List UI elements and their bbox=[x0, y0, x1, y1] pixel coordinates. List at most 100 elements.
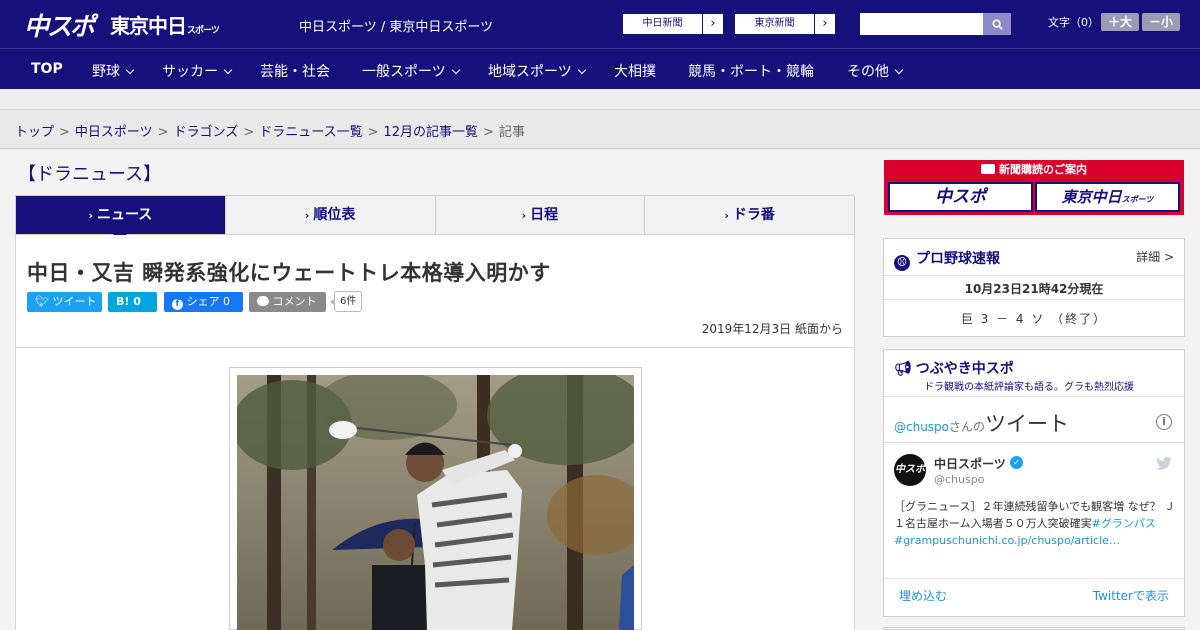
megaphone-icon: 📢︎ bbox=[894, 361, 912, 377]
divider bbox=[884, 299, 1184, 300]
breadcrumb-link[interactable]: 12月の記事一覧 bbox=[384, 125, 479, 140]
nav-item-entertainment[interactable]: 芸能・社会 bbox=[260, 61, 330, 81]
hashtag-link[interactable]: #グランパス bbox=[1092, 517, 1156, 530]
game-score[interactable]: 巨 3 － 4 ソ （終了） bbox=[884, 310, 1184, 327]
speech-bubble-icon bbox=[257, 296, 269, 306]
chevron-right-icon: › bbox=[724, 209, 729, 222]
font-larger-button[interactable]: ＋大 bbox=[1101, 13, 1139, 31]
tab-label: 日程 bbox=[530, 207, 559, 223]
tokyo-shimbun-button[interactable]: 東京新聞 › bbox=[734, 13, 836, 35]
breadcrumb-link[interactable]: ドラゴンズ bbox=[174, 125, 239, 140]
timeline-handle[interactable]: @chuspo bbox=[894, 420, 949, 434]
comment-count[interactable]: 6件 bbox=[329, 291, 363, 312]
nav-item-regional-sports[interactable]: 地域スポーツ bbox=[488, 61, 586, 81]
facebook-share-button[interactable]: f シェア 0 bbox=[164, 292, 243, 312]
nav-label: 大相撲 bbox=[614, 64, 656, 80]
nav-label: TOP bbox=[31, 61, 63, 77]
breadcrumb-link[interactable]: 中日スポーツ bbox=[75, 125, 153, 140]
nav-item-racing[interactable]: 競馬・ボート・競輪 bbox=[688, 61, 814, 81]
timeline-header: @chuspoさんのツイート bbox=[894, 408, 1069, 438]
subscribe-chuspo-button[interactable]: 中スポ bbox=[888, 182, 1033, 212]
tweets-title: 📢︎ つぶやき中スポ bbox=[894, 358, 1014, 378]
chevron-right-icon: › bbox=[88, 209, 93, 222]
section-title: 【ドラニュース】 bbox=[18, 164, 162, 185]
nav-label: その他 bbox=[847, 64, 889, 80]
breadcrumb-link[interactable]: ドラニュース一覧 bbox=[259, 125, 362, 140]
search-icon bbox=[991, 18, 1003, 30]
article-photo[interactable] bbox=[237, 375, 634, 630]
subscribe-tokyo-small: スポーツ bbox=[1121, 195, 1154, 204]
chevron-down-icon bbox=[894, 65, 904, 75]
nav-item-other[interactable]: その他 bbox=[847, 61, 904, 81]
info-icon[interactable]: i bbox=[1156, 414, 1172, 430]
newspaper-icon bbox=[981, 164, 995, 174]
chevron-down-icon bbox=[223, 65, 233, 75]
nav-item-soccer[interactable]: サッカー bbox=[162, 61, 233, 81]
account-name[interactable]: 中日スポーツ bbox=[934, 455, 1006, 472]
breadcrumb-separator: > bbox=[367, 125, 379, 140]
twitter-icon: 🐦︎ bbox=[35, 295, 49, 308]
chevron-right-icon: › bbox=[304, 209, 310, 222]
subscription-banner[interactable]: 新聞購読のご案内 中スポ 東京中日スポーツ bbox=[884, 160, 1184, 215]
avatar[interactable]: 中スポ bbox=[894, 454, 926, 486]
site-name[interactable]: 中日スポーツ / 東京中日スポーツ bbox=[299, 16, 493, 35]
tweet-button[interactable]: 🐦︎ ツイート bbox=[27, 292, 102, 312]
tweet-text: ［グラニュース］２年連続残留争いでも観客増 なぜ？ Ｊ１名古屋ホーム入場者５０万… bbox=[894, 498, 1176, 549]
font-smaller-button[interactable]: －小 bbox=[1142, 13, 1180, 31]
breadcrumb-separator: > bbox=[243, 125, 255, 140]
nav-item-general-sports[interactable]: 一般スポーツ bbox=[362, 61, 460, 81]
tab-dragons-reporter[interactable]: › ドラ番 bbox=[644, 196, 854, 234]
ad-strip bbox=[0, 89, 1200, 110]
subscription-header: 新聞購読のご案内 bbox=[884, 160, 1184, 180]
hatena-label: B! 0 bbox=[116, 295, 141, 308]
breadcrumb-separator: > bbox=[157, 125, 169, 140]
hatena-bookmark-button[interactable]: B! 0 bbox=[108, 292, 157, 312]
dragons-tabs: › ニュース › 順位表 › 日程 › ドラ番 bbox=[15, 195, 855, 241]
golfer-photo-image bbox=[237, 375, 634, 630]
subscription-header-text: 新聞購読のご案内 bbox=[999, 163, 1087, 176]
article-headline: 中日・又吉 瞬発系強化にウェートトレ本格導入明かす bbox=[27, 261, 551, 285]
chevron-down-icon bbox=[577, 65, 586, 75]
embed-link[interactable]: 埋め込む bbox=[899, 587, 947, 604]
twitter-bird-icon[interactable] bbox=[1156, 455, 1172, 474]
tokyo-chunichi-logo[interactable]: 東京中日スポーツ bbox=[110, 10, 220, 39]
top-header: 中スポ 東京中日スポーツ 中日スポーツ / 東京中日スポーツ 中日新聞 › 東京… bbox=[0, 0, 1200, 48]
nav-label: 芸能・社会 bbox=[260, 64, 330, 80]
facebook-label: シェア 0 bbox=[186, 295, 231, 308]
search-button[interactable] bbox=[983, 13, 1011, 35]
chevron-down-icon bbox=[451, 65, 460, 75]
comment-button[interactable]: コメント bbox=[249, 292, 326, 312]
breadcrumb-separator: > bbox=[59, 125, 70, 140]
nav-item-sumo[interactable]: 大相撲 bbox=[614, 61, 656, 81]
breadcrumb-current: 記事 bbox=[498, 125, 525, 140]
tokyo-shimbun-label: 東京新聞 bbox=[735, 14, 815, 34]
nav-item-top[interactable]: TOP bbox=[31, 61, 63, 77]
scores-details-link[interactable]: 詳細 > bbox=[1136, 248, 1174, 265]
nav-item-baseball[interactable]: 野球 bbox=[92, 61, 135, 81]
scores-title: ⚾︎ プロ野球速報 bbox=[894, 248, 1000, 271]
article-date: 2019年12月3日 紙面から bbox=[701, 322, 843, 336]
tab-label: ドラ番 bbox=[732, 207, 775, 223]
chunichi-shimbun-button[interactable]: 中日新聞 › bbox=[622, 13, 724, 35]
scores-title-text: プロ野球速報 bbox=[916, 251, 1000, 267]
timeline-header-title: ツイート bbox=[985, 412, 1070, 436]
baseball-icon: ⚾︎ bbox=[894, 255, 910, 271]
search-input[interactable] bbox=[860, 13, 983, 35]
chevron-right-icon: › bbox=[710, 16, 716, 31]
account-handle[interactable]: @chuspo bbox=[934, 473, 984, 486]
facebook-icon: f bbox=[172, 299, 183, 310]
subscribe-tokyo-button[interactable]: 東京中日スポーツ bbox=[1035, 182, 1180, 212]
nav-label: 一般スポーツ bbox=[362, 64, 446, 80]
tweet-link[interactable]: #grampuschunichi.co.jp/chuspo/article… bbox=[894, 534, 1120, 547]
baseball-scores-widget: ⚾︎ プロ野球速報 詳細 > 10月23日21時42分現在 巨 3 － 4 ソ （… bbox=[883, 238, 1185, 337]
chevron-down-icon bbox=[125, 65, 135, 75]
view-on-twitter-link[interactable]: Twitterで表示 bbox=[1093, 587, 1169, 604]
scores-timestamp: 10月23日21時42分現在 bbox=[964, 282, 1104, 296]
chunichi-shimbun-label: 中日新聞 bbox=[623, 14, 703, 34]
tab-standings[interactable]: › 順位表 bbox=[224, 196, 435, 234]
timeline-header-mid: さんの bbox=[949, 420, 986, 434]
breadcrumb-link[interactable]: トップ bbox=[15, 125, 54, 140]
tab-schedule[interactable]: › 日程 bbox=[434, 196, 645, 234]
chuspo-logo[interactable]: 中スポ bbox=[24, 7, 95, 43]
tab-news[interactable]: › ニュース bbox=[16, 196, 225, 241]
